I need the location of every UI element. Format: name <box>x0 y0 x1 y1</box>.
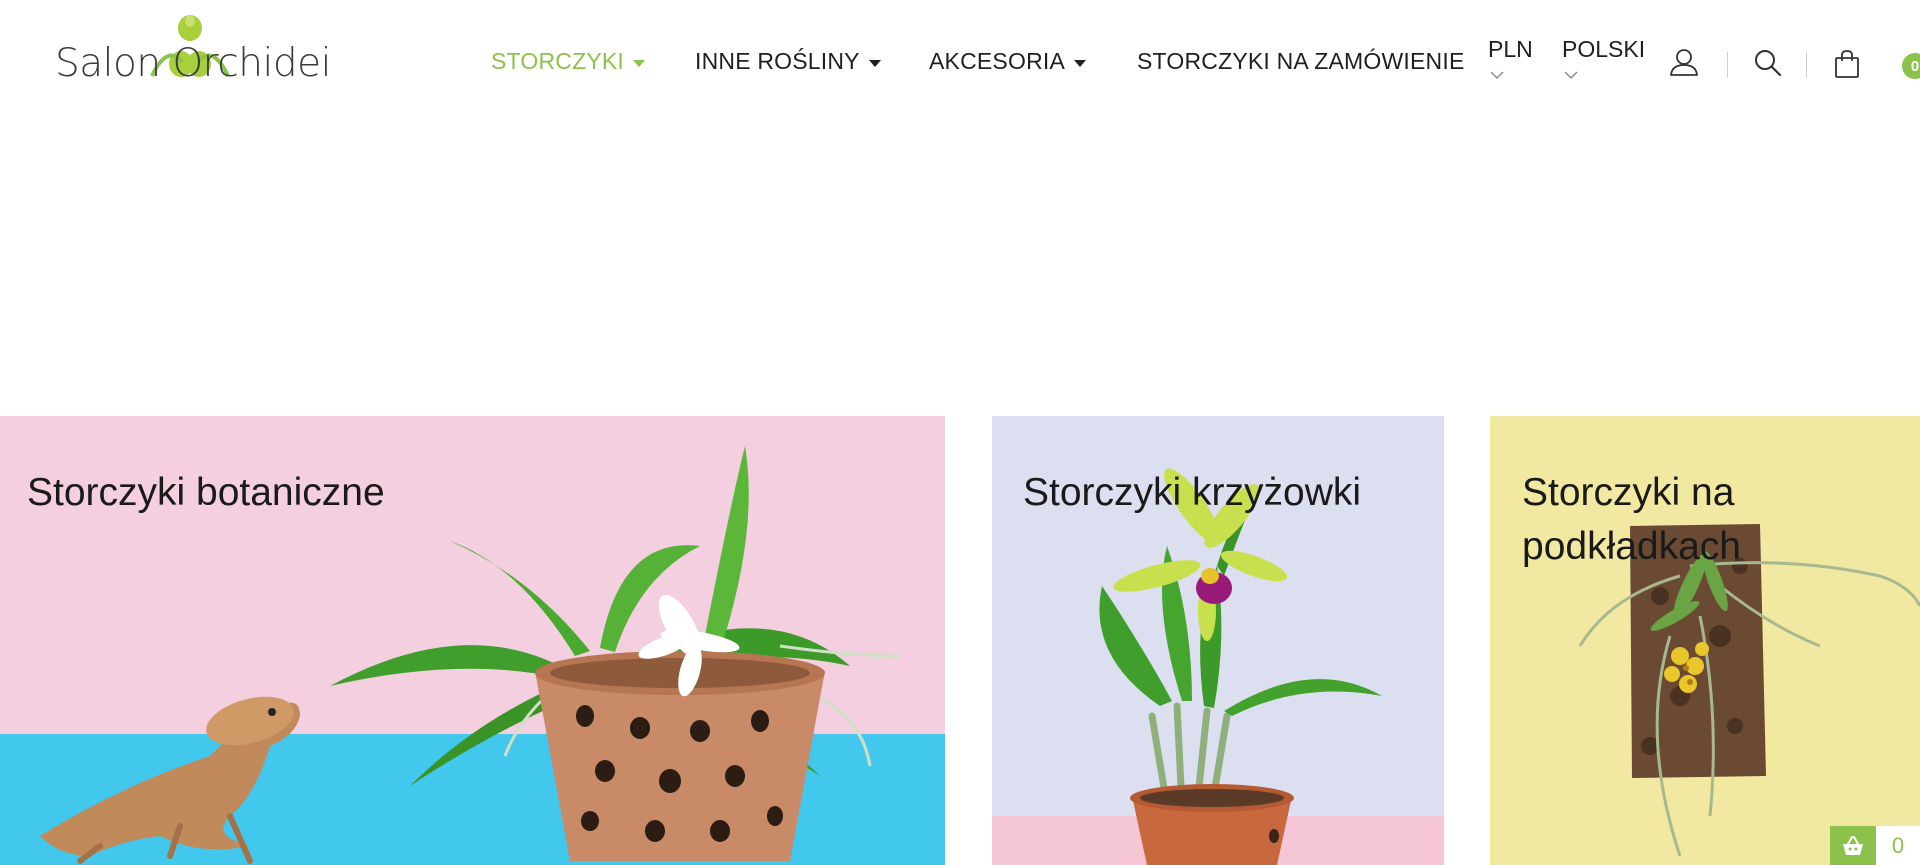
cart-button[interactable] <box>1834 49 1860 84</box>
cart-count-badge: 0 <box>1902 53 1920 79</box>
category-title: Storczyki na podkładkach <box>1522 471 1741 568</box>
site-logo[interactable]: Salon Orchidei <box>52 8 342 88</box>
nav-item-akcesoria[interactable]: AKCESORIA <box>929 48 1087 75</box>
nav-item-storczyki-na-zamowienie[interactable]: STORCZYKI NA ZAMÓWIENIE <box>1137 48 1465 75</box>
floating-cart-count: 0 <box>1876 826 1920 865</box>
shopping-bag-icon <box>1835 50 1859 78</box>
caret-down-icon <box>1074 59 1087 67</box>
user-icon <box>1670 49 1698 76</box>
currency-selector[interactable]: PLN <box>1488 36 1533 79</box>
category-tile-krzyzowki[interactable]: Storczyki krzyżowki <box>992 416 1444 865</box>
account-button[interactable] <box>1669 47 1699 82</box>
floating-cart-icon-box <box>1830 826 1876 865</box>
search-button[interactable] <box>1753 48 1783 83</box>
header-divider <box>1806 52 1807 78</box>
language-selector[interactable]: POLSKI <box>1562 36 1646 79</box>
basket-icon <box>1843 835 1863 855</box>
category-title: Storczyki krzyżowki <box>1023 471 1362 514</box>
category-tile-botaniczne[interactable]: Storczyki botaniczne <box>0 416 945 865</box>
nav-item-storczyki[interactable]: STORCZYKI <box>491 48 646 75</box>
chevron-down-icon <box>1564 71 1578 79</box>
search-icon <box>1755 50 1782 77</box>
category-title: Storczyki botaniczne <box>27 471 385 514</box>
nav-label: AKCESORIA <box>929 48 1066 74</box>
category-tile-na-podkladkach[interactable]: Storczyki na podkładkach <box>1490 416 1920 865</box>
language-value: POLSKI <box>1562 36 1646 62</box>
nav-label: INNE ROŚLINY <box>695 48 860 74</box>
site-header: Salon Orchidei STORCZYKI INNE ROŚLINY AK… <box>0 0 1920 120</box>
caret-down-icon <box>868 59 881 67</box>
nav-label: STORCZYKI NA ZAMÓWIENIE <box>1137 48 1465 74</box>
logo-text: Salon Orchidei <box>55 41 331 86</box>
chevron-down-icon <box>1490 71 1504 79</box>
header-divider <box>1727 52 1728 78</box>
floating-cart-button[interactable]: 0 <box>1830 826 1920 865</box>
currency-value: PLN <box>1488 36 1533 62</box>
nav-item-inne-rosliny[interactable]: INNE ROŚLINY <box>695 48 881 75</box>
caret-down-icon <box>633 59 646 67</box>
nav-label: STORCZYKI <box>491 48 625 74</box>
